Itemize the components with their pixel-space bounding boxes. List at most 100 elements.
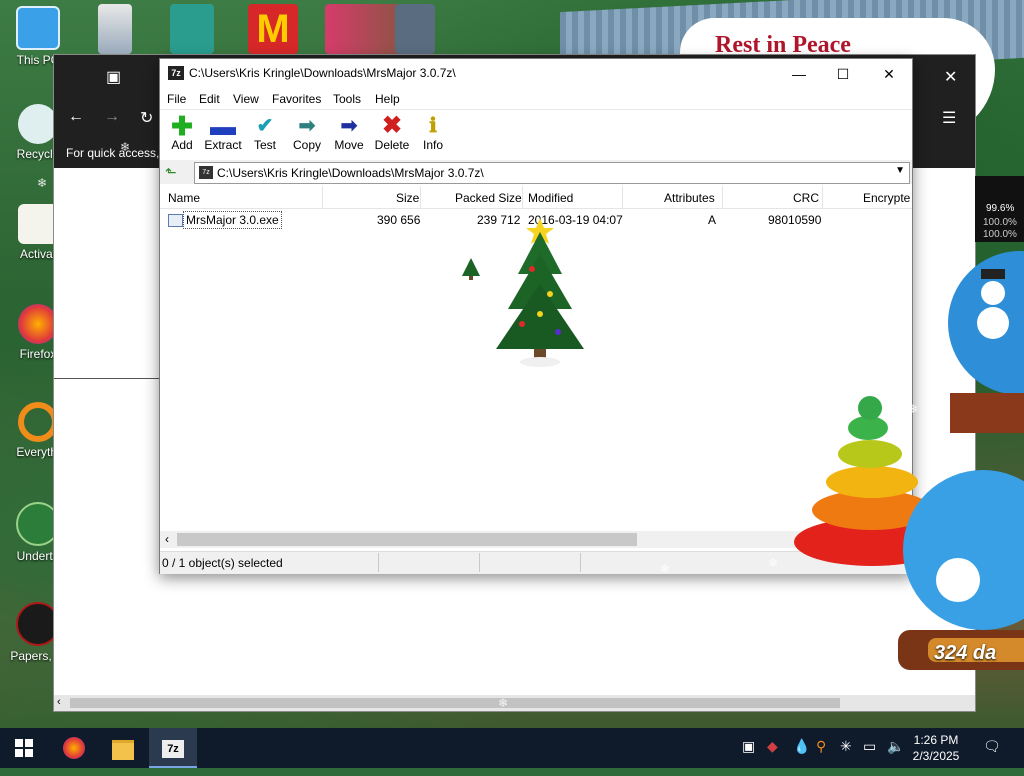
document-icon (18, 204, 58, 244)
status-separator (378, 553, 379, 572)
toolbar: ✚ Add ▬ Extract ✔ Test ➡ Copy ➡ Move ✖ D… (160, 109, 912, 160)
maximize-button[interactable]: ☐ (820, 61, 866, 87)
7zip-titlebar[interactable]: 7z C:\Users\Kris Kringle\Downloads\MrsMa… (160, 59, 912, 89)
add-button[interactable]: ✚ Add (160, 113, 204, 152)
7zip-app-icon: 7z (168, 66, 184, 80)
snowflake-icon: ❄ (768, 556, 779, 570)
taskbar-7zip[interactable]: 7z (149, 728, 197, 768)
snowflake-icon: ❄ (660, 562, 671, 576)
tray-app-icon[interactable]: ◆ (767, 738, 778, 755)
snowflake-icon: ❄ (908, 402, 919, 416)
info-button[interactable]: ℹ Info (411, 114, 455, 152)
snowflake-icon: ❄ (434, 448, 445, 462)
status-separator (580, 553, 581, 572)
house-icon-image[interactable] (395, 4, 435, 54)
clock-time: 1:26 PM (913, 733, 959, 747)
app-icon-image[interactable] (98, 4, 132, 54)
chevron-down-icon[interactable]: ▼ (895, 165, 905, 176)
column-separator[interactable] (322, 186, 323, 208)
column-size[interactable]: Size (396, 191, 419, 205)
attributes-cell: A (708, 213, 717, 227)
minimize-button[interactable]: — (776, 61, 822, 87)
volume-icon[interactable]: 🔈 (887, 738, 904, 755)
close-icon[interactable]: ✕ (944, 67, 957, 87)
menu-icon[interactable]: ☰ (942, 108, 956, 128)
tray-app-icon[interactable]: ▣ (742, 738, 755, 755)
snowflake-icon: ❄ (498, 696, 509, 710)
explorer-horizontal-scrollbar[interactable]: ‹ (54, 695, 975, 711)
computer-icon (16, 6, 60, 50)
folder-up-icon[interactable]: ⬑ (165, 164, 177, 181)
menu-view[interactable]: View (233, 92, 259, 106)
column-separator[interactable] (822, 186, 823, 208)
column-separator[interactable] (522, 186, 523, 208)
taskbar-firefox[interactable] (50, 728, 98, 768)
test-button[interactable]: ✔ Test (243, 114, 287, 152)
snow-globe-counter-decoration (898, 470, 1024, 670)
menu-file[interactable]: File (167, 92, 186, 106)
mcdonalds-icon[interactable]: M (248, 4, 298, 54)
menubar: File Edit View Favorites Tools Help (160, 89, 912, 109)
status-separator (479, 553, 480, 572)
character-icon-image[interactable] (170, 4, 214, 54)
7zip-icon: 7z (162, 740, 184, 758)
scroll-left-icon[interactable]: ‹ (57, 696, 61, 708)
back-icon[interactable]: ← (68, 108, 84, 126)
move-button[interactable]: ➡ Move (327, 114, 371, 152)
refresh-icon[interactable]: ↻ (140, 108, 153, 128)
address-bar: ⬑ 7z C:\Users\Kris Kringle\Downloads\Mrs… (160, 160, 912, 184)
column-separator[interactable] (622, 186, 623, 208)
collection-icon[interactable]: ▣ (106, 67, 121, 87)
menu-edit[interactable]: Edit (199, 92, 220, 106)
exe-file-icon (168, 214, 183, 227)
clock-date: 2/3/2025 (912, 749, 960, 763)
column-attributes[interactable]: Attributes (664, 191, 715, 205)
tray-search-icon[interactable]: ⚲ (816, 738, 826, 755)
path-text: C:\Users\Kris Kringle\Downloads\MrsMajor… (217, 166, 484, 180)
start-button[interactable] (0, 728, 48, 768)
quick-access-text: For quick access, p (66, 146, 170, 160)
scrollbar-thumb[interactable] (70, 698, 840, 708)
menu-help[interactable]: Help (375, 92, 400, 106)
info-icon: ℹ (429, 115, 437, 137)
column-headers: Name Size Packed Size Modified Attribute… (160, 186, 912, 209)
snowflake-icon: ❄ (830, 126, 841, 140)
forward-icon[interactable]: → (104, 108, 120, 126)
column-separator[interactable] (722, 186, 723, 208)
scrollbar-thumb[interactable] (177, 533, 637, 546)
file-name-cell[interactable]: MrsMajor 3.0.exe (183, 211, 282, 229)
extract-label: Extract (204, 138, 242, 152)
menu-tools[interactable]: Tools (333, 92, 361, 106)
column-separator[interactable] (420, 186, 421, 208)
column-encrypted[interactable]: Encrypte (863, 191, 910, 205)
column-packed-size[interactable]: Packed Size (455, 191, 522, 205)
archive-icon: 7z (199, 166, 213, 179)
selection-status: 0 / 1 object(s) selected (162, 556, 283, 570)
copy-label: Copy (292, 138, 321, 152)
column-name[interactable]: Name (168, 191, 200, 205)
minus-icon: ▬ (210, 111, 236, 141)
extract-button[interactable]: ▬ Extract (201, 111, 245, 152)
clock[interactable]: 1:26 PM 2/3/2025 (906, 732, 966, 764)
snowflake-icon: ❄ (37, 176, 48, 190)
perf-value: 100.0% (983, 217, 1017, 228)
snowflake-icon: ❄ (730, 78, 741, 92)
recycle-icon (18, 104, 58, 144)
copy-button[interactable]: ➡ Copy (285, 114, 329, 152)
column-crc[interactable]: CRC (793, 191, 819, 205)
perf-value: 100.0% (983, 229, 1017, 240)
tray-drop-icon[interactable]: 💧 (793, 738, 810, 755)
notifications-icon[interactable]: 🗨 (983, 738, 1001, 755)
check-icon: ✔ (256, 115, 274, 137)
arrow-right-icon: ➡ (340, 115, 358, 137)
scroll-left-icon[interactable]: ‹ (165, 532, 169, 546)
column-modified[interactable]: Modified (528, 191, 573, 205)
close-button[interactable]: ✕ (866, 61, 912, 87)
firefox-icon (18, 304, 58, 344)
network-icon[interactable]: ▭ (863, 738, 876, 755)
path-field[interactable]: 7z C:\Users\Kris Kringle\Downloads\MrsMa… (194, 162, 910, 184)
delete-button[interactable]: ✖ Delete (370, 114, 414, 153)
taskbar-file-explorer[interactable] (99, 728, 147, 768)
menu-favorites[interactable]: Favorites (272, 92, 321, 106)
tray-star-icon[interactable]: ✳ (840, 738, 852, 755)
